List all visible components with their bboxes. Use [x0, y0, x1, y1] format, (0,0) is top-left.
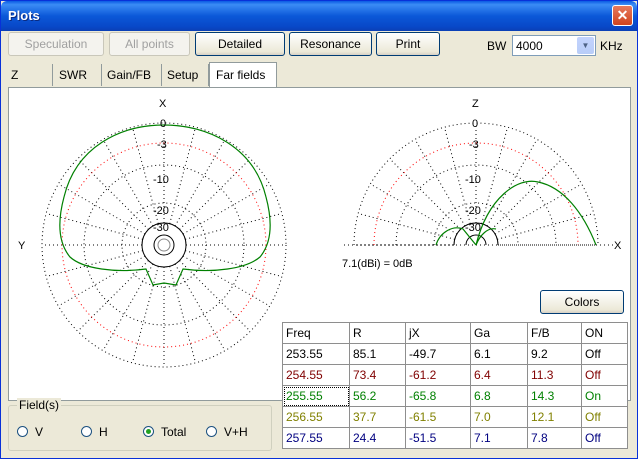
- elevation-pattern: [435, 180, 597, 246]
- table-cell[interactable]: Off: [581, 427, 628, 449]
- table-cell[interactable]: 56.2: [349, 385, 406, 407]
- right-ring-label-3: -3: [469, 139, 479, 151]
- table-cell[interactable]: Off: [581, 406, 628, 428]
- table-cell[interactable]: 6.8: [470, 385, 528, 407]
- right-axis-right-label: X: [614, 240, 622, 252]
- header-r: R: [349, 322, 406, 344]
- table-cell[interactable]: Off: [581, 364, 628, 386]
- resonance-button[interactable]: Resonance: [289, 32, 372, 56]
- colors-button[interactable]: Colors: [540, 290, 624, 314]
- azimuth-plot: [41, 122, 287, 368]
- right-ring-label-10: -10: [465, 174, 481, 186]
- table-cell[interactable]: -61.5: [405, 406, 471, 428]
- field-group: Field(s) V H Total V+H: [8, 398, 272, 451]
- table-cell[interactable]: 6.1: [470, 343, 528, 365]
- right-ring-label-20: -20: [465, 205, 481, 217]
- table-header-row: Freq R jX Ga F/B ON: [282, 322, 628, 344]
- print-button[interactable]: Print: [376, 32, 440, 56]
- table-cell[interactable]: -49.7: [405, 343, 471, 365]
- table-cell[interactable]: 256.55: [282, 406, 350, 428]
- chevron-down-icon[interactable]: ▼: [577, 37, 594, 54]
- detailed-button[interactable]: Detailed: [195, 32, 285, 56]
- bw-select-value: 4000: [516, 39, 543, 53]
- radio-v[interactable]: V: [17, 425, 43, 439]
- radio-total-dot[interactable]: [143, 426, 154, 437]
- radio-v-plus-h-label: V+H: [224, 425, 248, 439]
- table-cell[interactable]: 24.4: [349, 427, 406, 449]
- radio-v-label: V: [35, 425, 44, 439]
- header-on: ON: [581, 322, 628, 344]
- tab-setup[interactable]: Setup: [163, 64, 209, 86]
- window-title: Plots: [8, 8, 40, 23]
- tab-z[interactable]: Z: [8, 64, 53, 86]
- left-ring-label-3: -3: [157, 139, 167, 151]
- table-cell[interactable]: 85.1: [349, 343, 406, 365]
- field-group-legend: Field(s): [17, 398, 62, 412]
- table-cell[interactable]: 9.2: [527, 343, 582, 365]
- table-cell[interactable]: 7.1: [470, 427, 528, 449]
- table-cell[interactable]: 7.8: [527, 427, 582, 449]
- table-cell[interactable]: Off: [581, 343, 628, 365]
- right-ring-label-30: -30: [465, 222, 481, 234]
- right-ring-label-0: 0: [472, 118, 478, 130]
- radio-v-plus-h-dot[interactable]: [206, 426, 217, 437]
- table-cell[interactable]: 253.55: [282, 343, 350, 365]
- radio-v-dot[interactable]: [17, 426, 28, 437]
- bw-label: BW: [487, 39, 507, 53]
- table-cell[interactable]: 6.4: [470, 364, 528, 386]
- radio-h-label: H: [99, 425, 108, 439]
- left-ring-label-30: -30: [153, 222, 169, 234]
- table-row[interactable]: 256.55 37.7 -61.5 7.0 12.1 Off: [282, 406, 628, 428]
- left-ring-label-20: -20: [153, 205, 169, 217]
- tab-swr[interactable]: SWR: [54, 64, 102, 86]
- tab-gain-fb[interactable]: Gain/FB: [102, 64, 162, 86]
- table-cell[interactable]: 11.3: [527, 364, 582, 386]
- table-cell[interactable]: 73.4: [349, 364, 406, 386]
- radio-total-label: Total: [161, 425, 187, 439]
- right-axis-top-label: Z: [472, 98, 479, 110]
- table-row[interactable]: 254.55 73.4 -61.2 6.4 11.3 Off: [282, 364, 628, 386]
- reference-gain-text: 7.1(dBi) = 0dB: [342, 258, 413, 270]
- table-cell[interactable]: 37.7: [349, 406, 406, 428]
- bw-select[interactable]: 4000 ▼: [512, 35, 596, 56]
- left-axis-top-label: X: [159, 98, 167, 110]
- header-fb: F/B: [527, 322, 582, 344]
- results-table: Freq R jX Ga F/B ON 253.55 85.1 -49.7 6.1 9.…: [282, 322, 628, 449]
- tab-far-fields[interactable]: Far fields: [209, 62, 277, 88]
- header-ga: Ga: [470, 322, 528, 344]
- table-cell[interactable]: 255.55: [282, 385, 350, 407]
- table-row[interactable]: 257.55 24.4 -51.5 7.1 7.8 Off: [282, 427, 628, 449]
- title-bar: Plots ✕: [1, 1, 637, 31]
- radio-total[interactable]: Total: [143, 425, 186, 439]
- radio-h-dot[interactable]: [81, 426, 92, 437]
- speculation-button[interactable]: Speculation: [8, 32, 104, 56]
- table-cell[interactable]: 12.1: [527, 406, 582, 428]
- header-freq: Freq: [282, 322, 350, 344]
- plots-window: Plots ✕ Speculation All points Detailed …: [0, 0, 638, 459]
- table-cell[interactable]: 254.55: [282, 364, 350, 386]
- header-jx: jX: [405, 322, 471, 344]
- radio-h[interactable]: H: [81, 425, 108, 439]
- table-cell[interactable]: -51.5: [405, 427, 471, 449]
- table-cell[interactable]: 257.55: [282, 427, 350, 449]
- left-ring-label-10: -10: [153, 174, 169, 186]
- table-cell[interactable]: -61.2: [405, 364, 471, 386]
- left-ring-label-0: 0: [160, 118, 166, 130]
- left-axis-left-label: Y: [18, 240, 26, 252]
- table-cell[interactable]: 7.0: [470, 406, 528, 428]
- table-row[interactable]: 253.55 85.1 -49.7 6.1 9.2 Off: [282, 343, 628, 365]
- close-button[interactable]: ✕: [612, 5, 633, 26]
- table-cell[interactable]: -65.8: [405, 385, 471, 407]
- bw-unit-label: KHz: [600, 39, 623, 53]
- table-cell[interactable]: On: [581, 385, 628, 407]
- radio-v-plus-h[interactable]: V+H: [206, 425, 248, 439]
- table-row[interactable]: 255.55 56.2 -65.8 6.8 14.3 On: [282, 385, 628, 407]
- table-cell[interactable]: 14.3: [527, 385, 582, 407]
- all-points-button[interactable]: All points: [109, 32, 190, 56]
